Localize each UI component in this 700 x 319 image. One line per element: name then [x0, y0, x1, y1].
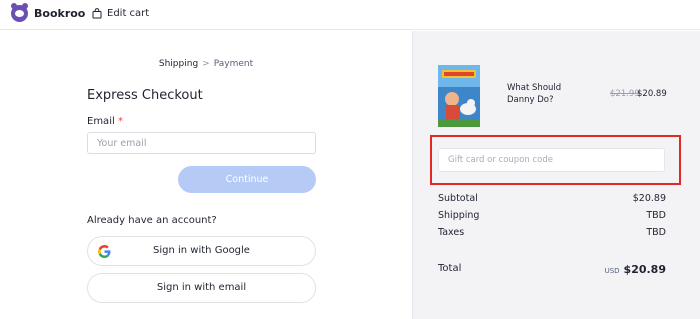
- email-label-text: Email: [87, 116, 115, 127]
- taxes-value: TBD: [646, 227, 666, 238]
- book-cover-image[interactable]: [438, 65, 480, 127]
- edit-cart-link[interactable]: Edit cart: [92, 8, 149, 19]
- bookroo-logo-icon: [11, 3, 28, 22]
- taxes-label: Taxes: [438, 227, 465, 238]
- shipping-value: TBD: [646, 210, 666, 221]
- continue-button[interactable]: Continue: [178, 166, 316, 193]
- google-sign-in-label: Sign in with Google: [153, 245, 250, 256]
- sign-in-with-email-button[interactable]: Sign in with email: [87, 273, 316, 303]
- checkout-steps-breadcrumb: Shipping > Payment: [0, 59, 412, 69]
- subtotal-value: $20.89: [632, 193, 666, 204]
- total-value-group: USD $20.89: [605, 263, 666, 276]
- total-row: Total USD $20.89: [438, 263, 666, 276]
- total-value: $20.89: [623, 263, 666, 276]
- express-checkout-title: Express Checkout: [87, 88, 203, 103]
- product-title: What Should Danny Do?: [507, 83, 562, 105]
- coupon-code-input[interactable]: [438, 148, 665, 172]
- top-bar: Bookroo Edit cart: [0, 0, 700, 30]
- edit-cart-label: Edit cart: [107, 8, 150, 19]
- sign-in-with-google-button[interactable]: Sign in with Google: [87, 236, 316, 266]
- email-sign-in-label: Sign in with email: [156, 282, 247, 293]
- email-input[interactable]: [87, 132, 316, 154]
- email-label: Email *: [87, 116, 123, 127]
- step-shipping[interactable]: Shipping: [159, 59, 198, 69]
- subtotal-row: Subtotal $20.89: [438, 193, 666, 204]
- order-summary-panel: What Should Danny Do? $21.99 $20.89 Subt…: [412, 31, 700, 319]
- google-icon: [98, 245, 111, 258]
- subtotal-label: Subtotal: [438, 193, 478, 204]
- required-marker: *: [117, 116, 123, 127]
- step-payment[interactable]: Payment: [214, 59, 253, 69]
- brand-name: Bookroo: [34, 7, 86, 20]
- breadcrumb-separator: >: [202, 59, 210, 69]
- original-price: $21.99: [610, 89, 640, 99]
- taxes-row: Taxes TBD: [438, 227, 666, 238]
- brand-logo[interactable]: Bookroo: [11, 3, 86, 22]
- account-prompt: Already have an account?: [87, 215, 217, 226]
- shipping-row: Shipping TBD: [438, 210, 666, 221]
- current-price: $20.89: [637, 89, 667, 99]
- shopping-bag-icon: [92, 8, 102, 19]
- total-currency: USD: [604, 267, 620, 275]
- total-label: Total: [438, 263, 462, 274]
- shipping-label: Shipping: [438, 210, 480, 221]
- checkout-panel: Shipping > Payment Express Checkout Email …: [0, 31, 412, 319]
